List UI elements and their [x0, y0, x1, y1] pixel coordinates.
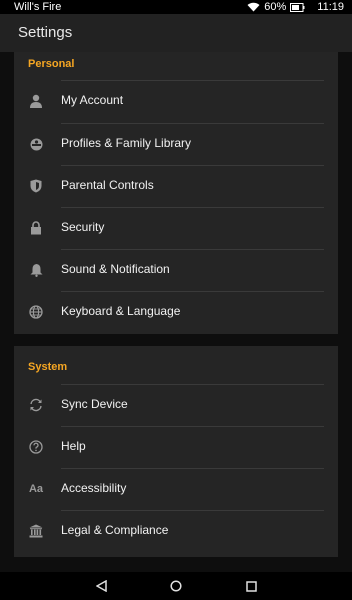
divider	[61, 123, 324, 124]
navigation-bar	[0, 572, 352, 600]
back-button[interactable]	[93, 578, 109, 594]
settings-item-label: Accessibility	[61, 481, 127, 495]
back-triangle-icon	[95, 580, 107, 592]
settings-item-sync-device[interactable]: Sync Device	[14, 384, 338, 426]
page-title: Settings	[18, 24, 73, 41]
section-header-system: System	[28, 361, 68, 373]
status-icons: 60% 11:19	[247, 0, 344, 14]
divider	[61, 165, 324, 166]
settings-item-security[interactable]: Security	[14, 207, 338, 249]
settings-item-label: Legal & Compliance	[61, 523, 169, 537]
recents-button[interactable]	[243, 578, 259, 594]
home-button[interactable]	[168, 578, 184, 594]
section-header-personal: Personal	[28, 58, 75, 70]
settings-item-help[interactable]: Help	[14, 426, 338, 468]
home-circle-icon	[170, 580, 182, 592]
settings-item-profiles[interactable]: Profiles & Family Library	[14, 123, 338, 165]
bell-icon	[27, 261, 45, 279]
personal-section: Personal My Account Profiles & Family Li…	[14, 52, 338, 334]
recents-square-icon	[245, 580, 257, 592]
settings-item-label: Profiles & Family Library	[61, 136, 192, 150]
settings-item-my-account[interactable]: My Account	[14, 80, 338, 122]
profile-icon	[27, 135, 45, 153]
divider	[61, 80, 324, 81]
divider	[61, 468, 324, 469]
system-section: System Sync Device Help Aa Accessibility…	[14, 346, 338, 557]
divider	[61, 384, 324, 385]
text-size-icon: Aa	[28, 483, 44, 495]
globe-icon	[27, 303, 45, 321]
battery-percent: 60%	[264, 1, 287, 13]
divider	[61, 249, 324, 250]
sync-icon	[27, 396, 45, 414]
help-icon	[27, 438, 45, 456]
shield-icon	[27, 177, 45, 195]
battery-icon	[290, 2, 305, 12]
settings-item-legal-compliance[interactable]: Legal & Compliance	[14, 510, 338, 552]
person-icon	[27, 92, 45, 110]
settings-item-accessibility[interactable]: Aa Accessibility	[14, 468, 338, 510]
wifi-icon	[247, 2, 260, 12]
settings-item-label: Parental Controls	[61, 178, 154, 192]
app-bar: Settings	[0, 14, 352, 52]
settings-item-sound-notification[interactable]: Sound & Notification	[14, 249, 338, 291]
divider	[61, 291, 324, 292]
settings-item-label: Keyboard & Language	[61, 304, 181, 318]
device-name: Will's Fire	[14, 1, 62, 13]
settings-item-label: Security	[61, 220, 105, 234]
settings-item-label: My Account	[61, 93, 124, 107]
divider	[61, 510, 324, 511]
lock-icon	[27, 219, 45, 237]
settings-item-label: Sync Device	[61, 397, 128, 411]
bank-icon	[27, 522, 45, 540]
settings-item-parental-controls[interactable]: Parental Controls	[14, 165, 338, 207]
settings-item-keyboard-language[interactable]: Keyboard & Language	[14, 291, 338, 333]
divider	[61, 426, 324, 427]
clock: 11:19	[317, 1, 344, 13]
settings-item-label: Sound & Notification	[61, 262, 170, 276]
divider	[61, 207, 324, 208]
settings-item-label: Help	[61, 439, 86, 453]
status-bar: Will's Fire 60% 11:19	[0, 0, 352, 14]
